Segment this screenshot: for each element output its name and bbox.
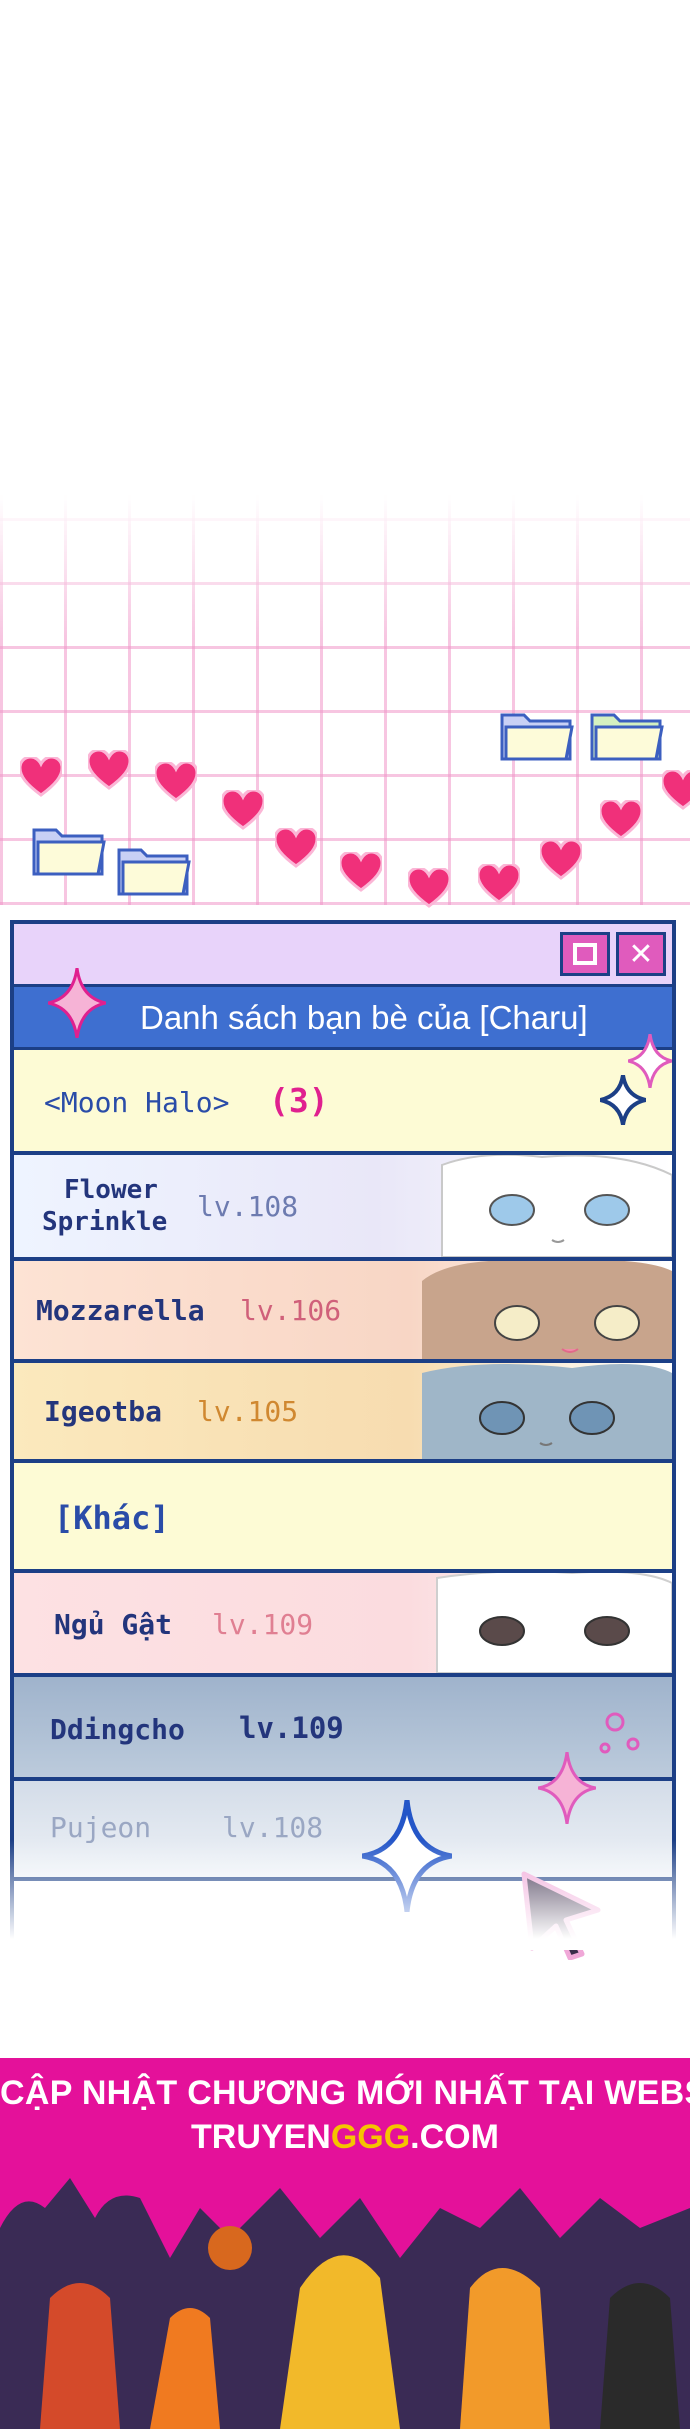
group-row-khac[interactable]: [Khác] <box>14 1463 672 1573</box>
sparkle-icon <box>48 968 106 1038</box>
folder-icon <box>590 713 664 761</box>
window-title: Danh sách bạn bè của [Charu] <box>140 999 588 1036</box>
heart-icon <box>155 762 197 802</box>
close-icon: ✕ <box>628 937 654 972</box>
group-row-moon-halo[interactable]: <Moon Halo> (3) <box>14 1050 672 1155</box>
heart-icon <box>275 828 317 868</box>
friend-name: Ddingcho <box>50 1713 185 1746</box>
heart-icon <box>88 750 130 790</box>
heart-icon <box>600 800 642 840</box>
group-label: [Khác] <box>54 1499 170 1537</box>
group-count: (3) <box>269 1081 329 1120</box>
heart-icon <box>222 790 264 830</box>
avatar <box>441 1155 672 1257</box>
banner-website-prefix: TRUYEN <box>191 2118 331 2156</box>
sparkle-icon <box>538 1752 596 1824</box>
maximize-icon <box>573 943 597 965</box>
friend-name: Mozzarella <box>36 1294 205 1327</box>
heart-icon <box>662 770 690 810</box>
banner-website-suffix: .COM <box>410 2118 499 2156</box>
maximize-button[interactable] <box>560 932 610 976</box>
folder-icon <box>32 828 106 876</box>
group-label: <Moon Halo> <box>44 1086 230 1119</box>
banner-website[interactable]: TRUYENGGG.COM <box>0 2118 690 2157</box>
friend-level: lv.105 <box>197 1395 299 1428</box>
window-titlebar: ✕ <box>14 924 672 987</box>
friend-name: Ngủ Gật <box>54 1608 173 1641</box>
friend-level: lv.106 <box>240 1294 342 1327</box>
friend-name: Igeotba <box>44 1395 163 1428</box>
heart-icon <box>340 852 382 892</box>
friend-row[interactable]: Flower Sprinkle lv.108 <box>14 1155 672 1261</box>
heart-icon <box>20 757 62 797</box>
friend-level: lv.108 <box>197 1190 299 1223</box>
friend-row[interactable]: Mozzarella lv.106 <box>14 1261 672 1363</box>
banner-website-highlight: GGG <box>330 2118 411 2156</box>
banner-artwork <box>0 2178 690 2429</box>
folder-icon <box>500 713 574 761</box>
friends-list-header: Danh sách bạn bè của [Charu] <box>14 987 672 1050</box>
bottom-fade <box>0 1840 690 1950</box>
friend-name-line1: Flower <box>64 1175 158 1205</box>
friend-level: lv.109 <box>212 1608 314 1641</box>
heart-icon <box>478 864 520 904</box>
promo-banner[interactable]: CẬP NHẬT CHƯƠNG MỚI NHẤT TẠI WEBSITE TRU… <box>0 2058 690 2429</box>
avatar <box>436 1573 672 1673</box>
banner-line1: CẬP NHẬT CHƯƠNG MỚI NHẤT TẠI WEBSITE <box>0 2074 690 2112</box>
heart-icon <box>408 868 450 908</box>
friend-name-line2: Sprinkle <box>42 1207 168 1237</box>
avatar <box>422 1261 672 1359</box>
sparkle-icon <box>600 1075 646 1125</box>
avatar <box>422 1364 672 1459</box>
friend-row[interactable]: Ngủ Gật lv.109 <box>14 1573 672 1677</box>
heart-icon <box>540 840 582 880</box>
bubble-icon <box>599 1712 640 1754</box>
close-button[interactable]: ✕ <box>616 932 666 976</box>
friend-row[interactable]: Igeotba lv.105 <box>14 1363 672 1463</box>
folder-icon <box>117 848 191 896</box>
friend-level: lv.109 <box>239 1711 344 1745</box>
